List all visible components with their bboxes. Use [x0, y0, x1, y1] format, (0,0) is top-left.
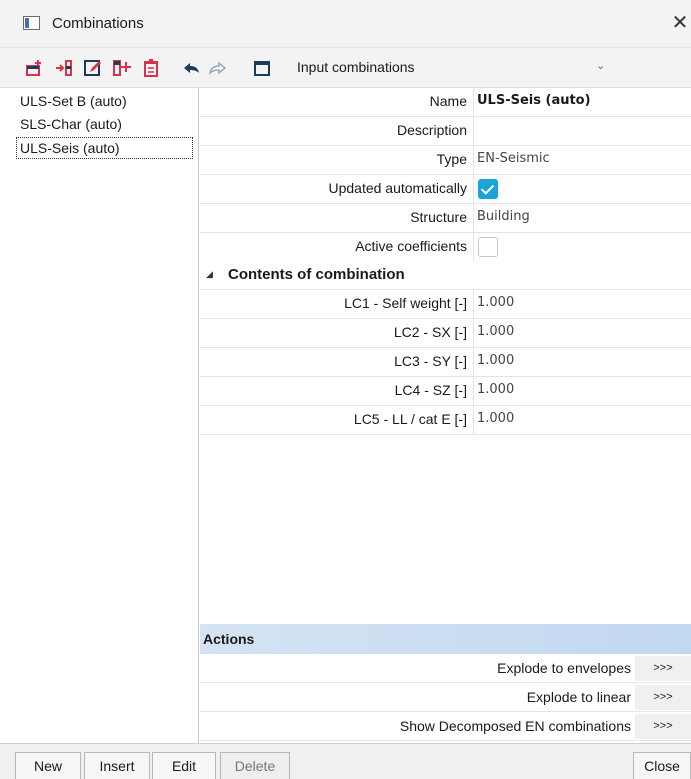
edit-button[interactable]: Edit	[152, 752, 216, 779]
structure-label: Structure	[410, 209, 467, 225]
load-case-value: 1.000	[477, 353, 515, 368]
button-bar: New Insert Edit Delete Close	[0, 743, 691, 779]
load-case-label: LC1 - Self weight [-]	[344, 295, 467, 311]
contents-section-header[interactable]: ◢ Contents of combination	[200, 261, 691, 290]
property-row-updated: Updated automatically	[200, 175, 691, 204]
load-case-label: LC2 - SX [-]	[393, 324, 467, 340]
copy-icon[interactable]	[113, 59, 131, 77]
insert-button[interactable]: Insert	[84, 752, 150, 779]
property-row-structure: Structure Building	[200, 204, 691, 233]
property-row-active-coefficients: Active coefficients	[200, 233, 691, 262]
show-decomposed-label: Show Decomposed EN combinations	[399, 718, 631, 734]
active-coefficients-cell	[473, 233, 691, 261]
actions-header: Actions	[200, 624, 691, 654]
insert-icon[interactable]	[55, 59, 73, 77]
load-case-value: 1.000	[477, 382, 515, 397]
load-case-value: 1.000	[477, 295, 515, 310]
load-case-value: 1.000	[477, 324, 515, 339]
edit-icon[interactable]	[84, 59, 102, 77]
active-coefficients-checkbox[interactable]	[478, 237, 498, 257]
load-case-row: LC2 - SX [-] 1.000	[200, 319, 691, 348]
list-item-selected[interactable]: ULS-Seis (auto)	[16, 137, 193, 159]
load-case-value: 1.000	[477, 411, 515, 426]
explode-linear-button[interactable]: >>>	[635, 685, 691, 710]
property-row-name: Name ULS-Seis (auto)	[200, 88, 691, 117]
list-item[interactable]: SLS-Char (auto)	[17, 114, 122, 136]
new-button[interactable]: New	[15, 752, 81, 779]
window-icon	[23, 16, 40, 30]
close-button[interactable]: Close	[633, 752, 691, 779]
load-case-row: LC1 - Self weight [-] 1.000	[200, 290, 691, 319]
updated-automatically-cell	[473, 175, 691, 203]
action-row-explode-envelopes: Explode to envelopes >>>	[200, 654, 691, 683]
explode-linear-label: Explode to linear	[526, 689, 631, 705]
actions-title: Actions	[203, 631, 255, 647]
load-case-label: LC3 - SY [-]	[394, 353, 467, 369]
name-label: Name	[429, 93, 467, 109]
name-value: ULS-Seis (auto)	[477, 93, 591, 108]
explode-envelopes-label: Explode to envelopes	[497, 660, 631, 676]
property-row-type: Type EN-Seismic	[200, 146, 691, 175]
active-coefficients-label: Active coefficients	[355, 238, 467, 254]
contents-section-title: Contents of combination	[228, 266, 405, 283]
load-case-row: LC3 - SY [-] 1.000	[200, 348, 691, 377]
show-decomposed-button[interactable]: >>>	[635, 714, 691, 739]
load-case-row: LC4 - SZ [-] 1.000	[200, 377, 691, 406]
redo-icon[interactable]	[209, 59, 227, 77]
load-case-label: LC5 - LL / cat E [-]	[353, 411, 467, 427]
structure-value: Building	[477, 209, 530, 224]
delete-button[interactable]: Delete	[220, 752, 290, 779]
load-case-row: LC5 - LL / cat E [-] 1.000	[200, 406, 691, 435]
view-select[interactable]: Input combinations ⌄	[290, 56, 620, 80]
view-select-value: Input combinations	[297, 59, 415, 75]
window-title: Combinations	[52, 15, 144, 32]
updated-automatically-checkbox[interactable]	[478, 179, 498, 199]
actions-panel: Actions Explode to envelopes >>> Explode…	[200, 624, 691, 743]
collapse-triangle-icon[interactable]: ◢	[206, 269, 213, 280]
window-close-button[interactable]: ✕	[670, 10, 690, 36]
undo-icon[interactable]	[182, 59, 200, 77]
type-label: Type	[436, 151, 467, 167]
table-icon[interactable]	[253, 59, 271, 77]
description-label: Description	[396, 122, 467, 138]
toolbar: Input combinations ⌄	[0, 48, 691, 88]
list-item[interactable]: ULS-Set B (auto)	[17, 91, 127, 113]
action-row-explode-linear: Explode to linear >>>	[200, 683, 691, 712]
new-icon[interactable]	[25, 59, 43, 77]
type-value: EN-Seismic	[477, 151, 550, 166]
chevron-down-icon: ⌄	[596, 60, 606, 72]
title-bar: Combinations ✕	[0, 0, 691, 48]
updated-automatically-label: Updated automatically	[328, 180, 467, 196]
action-row-show-decomposed: Show Decomposed EN combinations >>>	[200, 712, 691, 741]
explode-envelopes-button[interactable]: >>>	[635, 656, 691, 681]
property-grid: Name ULS-Seis (auto) Description Type EN…	[200, 88, 691, 624]
load-case-label: LC4 - SZ [-]	[394, 382, 467, 398]
property-row-description: Description	[200, 117, 691, 146]
description-field[interactable]	[473, 117, 691, 145]
delete-icon[interactable]	[142, 59, 160, 77]
combination-list: ULS-Set B (auto) SLS-Char (auto) ULS-Sei…	[0, 88, 199, 743]
